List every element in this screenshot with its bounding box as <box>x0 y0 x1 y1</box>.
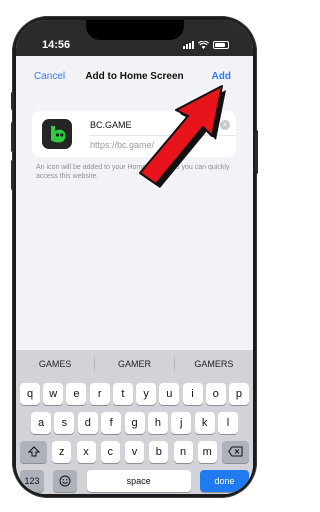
key-h[interactable]: h <box>147 412 168 434</box>
battery-icon <box>213 41 229 49</box>
add-to-home-sheet: Cancel Add to Home Screen Add BC.GAME × … <box>16 58 253 494</box>
key-row-1: q w e r t y u i o p <box>20 383 249 405</box>
card-divider <box>90 135 236 136</box>
signal-icon <box>183 41 194 49</box>
key-o[interactable]: o <box>205 383 226 405</box>
key-l[interactable]: l <box>218 412 238 434</box>
notch <box>86 20 184 40</box>
key-y[interactable]: y <box>136 383 157 405</box>
phone-volume-down <box>11 160 14 190</box>
emoji-icon <box>59 475 71 487</box>
key-c[interactable]: c <box>100 441 120 463</box>
key-k[interactable]: k <box>194 412 215 434</box>
key-row-4: 123 space done <box>20 470 249 492</box>
suggestion-bar: GAMES GAMER GAMERS <box>16 350 253 377</box>
key-row-2: a s d f g h j k l <box>31 412 238 434</box>
status-time: 14:56 <box>42 39 71 51</box>
key-g[interactable]: g <box>124 412 145 434</box>
key-i[interactable]: i <box>182 383 203 405</box>
done-key[interactable]: done <box>199 470 249 492</box>
key-z[interactable]: z <box>52 441 72 463</box>
key-n[interactable]: n <box>173 441 193 463</box>
suggestion-item[interactable]: GAMERS <box>175 359 253 369</box>
suggestion-item[interactable]: GAMER <box>95 359 173 369</box>
status-icons <box>183 41 229 49</box>
emoji-key[interactable] <box>53 470 78 492</box>
key-b[interactable]: b <box>149 441 169 463</box>
key-d[interactable]: d <box>77 412 98 434</box>
key-x[interactable]: x <box>76 441 96 463</box>
app-info-card: BC.GAME × https://bc.game/ <box>32 111 236 157</box>
space-key[interactable]: space <box>86 470 191 492</box>
shift-key[interactable] <box>20 441 47 463</box>
add-button[interactable]: Add <box>212 71 231 82</box>
key-r[interactable]: r <box>89 383 110 405</box>
nav-bar: Cancel Add to Home Screen Add <box>16 58 253 94</box>
key-a[interactable]: a <box>31 412 51 434</box>
key-row-3: z x c v b n m <box>20 441 249 463</box>
key-e[interactable]: e <box>66 383 87 405</box>
url-label: https://bc.game/ <box>90 140 155 150</box>
bc-game-logo-icon <box>42 119 72 149</box>
phone-power-button <box>255 130 258 174</box>
clear-text-icon[interactable]: × <box>220 120 230 130</box>
phone-volume-up <box>11 122 14 152</box>
key-v[interactable]: v <box>125 441 144 463</box>
key-j[interactable]: j <box>171 412 192 434</box>
backspace-icon <box>228 446 243 457</box>
backspace-key[interactable] <box>222 441 249 463</box>
phone-screen: 14:56 Cancel Add to Home Screen Add BC.G… <box>16 20 253 494</box>
numbers-key[interactable]: 123 <box>20 470 44 492</box>
app-name-field[interactable]: BC.GAME <box>90 120 132 130</box>
key-t[interactable]: t <box>112 383 133 405</box>
key-p[interactable]: p <box>228 383 249 405</box>
key-w[interactable]: w <box>43 383 64 405</box>
shift-arrow-icon <box>27 446 40 457</box>
key-f[interactable]: f <box>101 412 122 434</box>
key-s[interactable]: s <box>54 412 75 434</box>
keyboard: GAMES GAMER GAMERS q w e r t y u i o p a <box>16 350 253 494</box>
key-q[interactable]: q <box>20 383 40 405</box>
home-screen-caption: An icon will be added to your Home Scree… <box>36 164 230 180</box>
key-u[interactable]: u <box>159 383 180 405</box>
phone-side-button <box>11 92 14 110</box>
suggestion-item[interactable]: GAMES <box>16 359 94 369</box>
wifi-icon <box>198 41 209 49</box>
key-m[interactable]: m <box>197 441 217 463</box>
